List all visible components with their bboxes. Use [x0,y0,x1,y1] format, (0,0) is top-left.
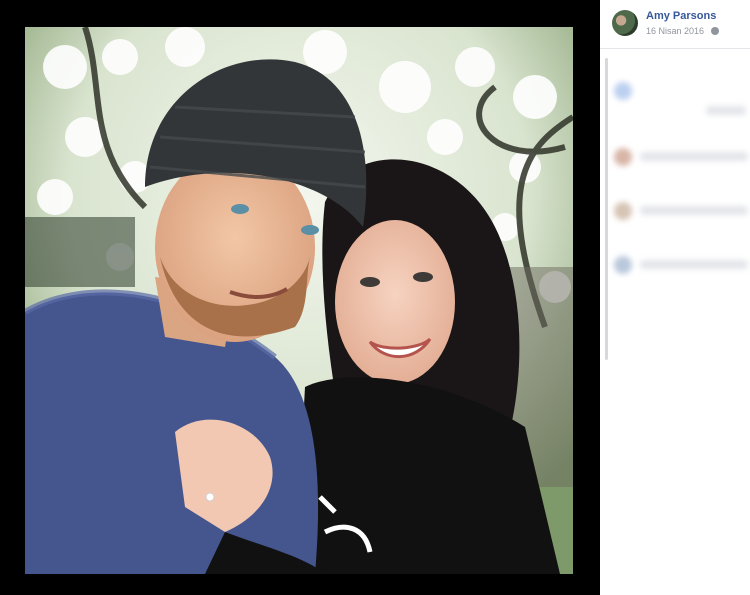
blurred-comments-area [610,62,750,302]
header-divider [600,48,750,49]
reaction-icon [614,82,632,100]
blurred-count [706,106,746,115]
blurred-comment [640,206,748,215]
photo-illustration [25,27,573,574]
post-meta: 16 Nisan 2016 [646,26,719,36]
photo-viewer [0,0,600,595]
post-sidebar: Amy Parsons 16 Nisan 2016 [600,0,750,595]
blurred-comment [640,260,748,269]
post-photo[interactable] [25,27,573,574]
globe-icon[interactable] [710,27,719,35]
author-avatar[interactable] [612,10,638,36]
author-name-link[interactable]: Amy Parsons [646,10,716,22]
post-date-link[interactable]: 16 Nisan 2016 [646,26,704,36]
commenter-avatar [614,148,632,166]
comments-scrollbar[interactable] [605,58,608,360]
commenter-avatar [614,202,632,220]
blurred-comment [640,152,748,161]
commenter-avatar [614,256,632,274]
